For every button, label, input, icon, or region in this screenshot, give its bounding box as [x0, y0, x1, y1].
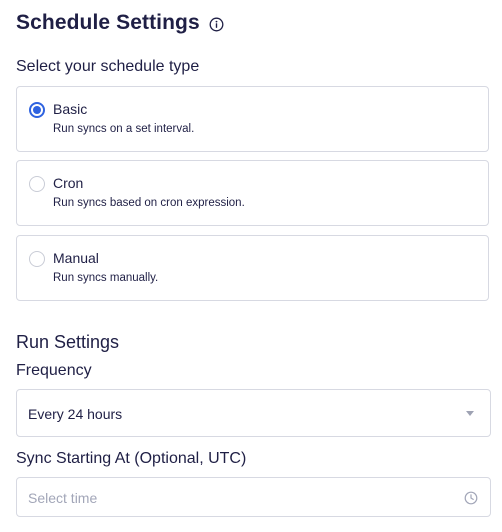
basic-option-title: Basic [53, 101, 88, 117]
schedule-header: Schedule Settings [16, 8, 224, 38]
manual-radio[interactable] [29, 251, 45, 267]
sync-start-label: Sync Starting At (Optional, UTC) [16, 450, 247, 467]
schedule-option-basic[interactable]: Basic Run syncs on a set interval. [16, 86, 489, 152]
sync-start-time-field[interactable] [16, 477, 491, 517]
cron-radio[interactable] [29, 176, 45, 192]
info-icon[interactable] [209, 17, 224, 32]
schedule-type-label: Select your schedule type [16, 58, 200, 75]
cron-option-title: Cron [53, 175, 84, 191]
basic-option-description: Run syncs on a set interval. [53, 123, 195, 135]
chevron-down-icon [466, 411, 474, 416]
page-title: Schedule Settings [16, 11, 200, 34]
manual-option-title: Manual [53, 250, 99, 266]
frequency-selected-value: Every 24 hours [28, 406, 123, 422]
sync-start-time-input[interactable] [28, 487, 448, 509]
frequency-label: Frequency [16, 362, 92, 379]
run-settings-title: Run Settings [16, 332, 120, 352]
basic-radio[interactable] [29, 102, 45, 118]
clock-icon[interactable] [464, 491, 478, 505]
schedule-option-cron[interactable]: Cron Run syncs based on cron expression. [16, 160, 489, 226]
manual-option-description: Run syncs manually. [53, 272, 159, 284]
cron-option-description: Run syncs based on cron expression. [53, 197, 245, 209]
frequency-select[interactable]: Every 24 hours [16, 389, 491, 437]
schedule-option-manual[interactable]: Manual Run syncs manually. [16, 235, 489, 301]
